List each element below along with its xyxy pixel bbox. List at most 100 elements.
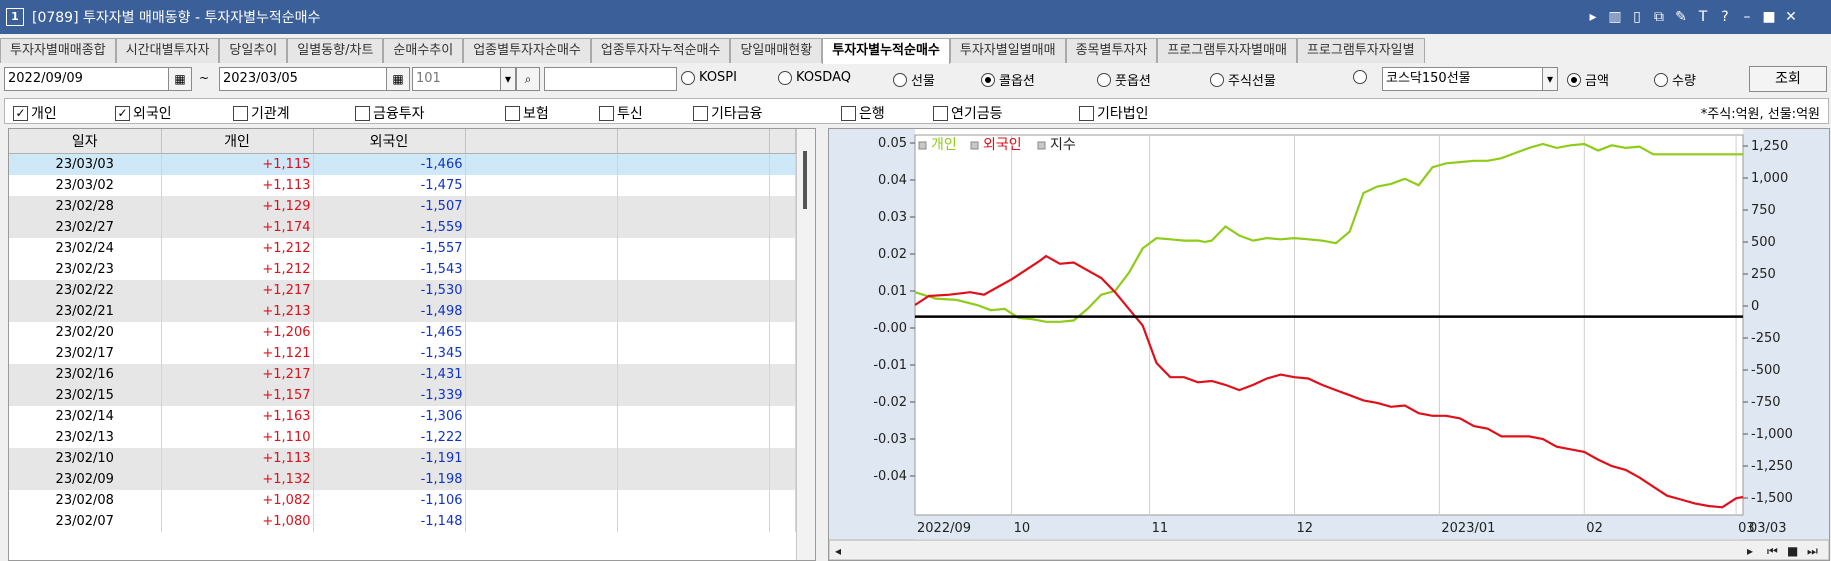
chart-nav-icon[interactable]: ◂	[835, 544, 841, 558]
search-input[interactable]	[544, 67, 677, 91]
table-row[interactable]: 23/02/24 +1,212 -1,557	[9, 238, 796, 259]
query-button[interactable]: 조회	[1749, 66, 1827, 92]
table-cell	[617, 406, 770, 427]
chart-nav-icon[interactable]: ⏭	[1807, 544, 1818, 558]
column-header[interactable]	[465, 129, 618, 154]
checkbox-icon	[693, 105, 708, 121]
chart-panel: 0.05 0.04 0.03 0.02 0.01 -0.00 -0.01 -0.02 -0.03…	[828, 128, 1830, 561]
table-row[interactable]: 23/02/20 +1,206 -1,465	[9, 322, 796, 343]
table-cell: -1,191	[313, 448, 466, 469]
table-row[interactable]: 23/02/08 +1,082 -1,106	[9, 490, 796, 511]
table-row[interactable]: 23/02/23 +1,212 -1,543	[9, 259, 796, 280]
investor-checkbox-1[interactable]: ✓ 개인	[13, 103, 57, 123]
tab-3[interactable]: 당일추이	[219, 38, 288, 63]
investor-checkbox-2[interactable]: ✓ 외국인	[115, 103, 172, 123]
investor-checkbox-9[interactable]: 연기금등	[933, 103, 1003, 123]
table-row[interactable]: 23/02/16 +1,217 -1,431	[9, 364, 796, 385]
table-row[interactable]: 23/02/09 +1,132 -1,198	[9, 469, 796, 490]
investor-checkbox-3[interactable]: 기관계	[233, 103, 290, 123]
table-cell: -1,148	[313, 511, 466, 532]
chart-nav-icon[interactable]: ⏮	[1767, 544, 1778, 558]
minimize-icon[interactable]: –	[1736, 9, 1758, 25]
chevron-down-icon[interactable]: ▾	[1542, 67, 1558, 91]
table-row[interactable]: 23/02/28 +1,129 -1,507	[9, 196, 796, 217]
column-header[interactable]	[617, 129, 770, 154]
layout-icon[interactable]: ▥	[1604, 9, 1626, 25]
investor-checkbox-8[interactable]: 은행	[841, 103, 885, 123]
market-radio-put-option[interactable]: 풋옵션	[1097, 70, 1151, 89]
column-header[interactable]: 일자	[9, 129, 162, 154]
market-radio-kosdaq[interactable]: KOSDAQ	[778, 70, 851, 85]
vertical-scrollbar[interactable]	[796, 129, 815, 560]
column-header[interactable]: 외국인	[313, 129, 466, 154]
market-radio-kospi[interactable]: KOSPI	[681, 70, 737, 85]
tab-4[interactable]: 일별동향/차트	[287, 38, 384, 63]
market-radio-call-option[interactable]: 콜옵션	[981, 70, 1035, 89]
table-row[interactable]: 23/02/22 +1,217 -1,530	[9, 280, 796, 301]
search-icon[interactable]: ⌕	[516, 67, 540, 91]
table-cell: 23/02/10	[9, 448, 162, 469]
table-row[interactable]: 23/02/21 +1,213 -1,498	[9, 301, 796, 322]
investor-checkbox-7[interactable]: 기타금융	[693, 103, 763, 123]
table-cell: -1,339	[313, 385, 466, 406]
table-row[interactable]: 23/02/15 +1,157 -1,339	[9, 385, 796, 406]
end-date-input[interactable]: 2023/03/05	[219, 67, 388, 91]
edit-icon[interactable]: ✎	[1670, 9, 1692, 25]
plot-area	[914, 134, 1744, 516]
help-icon[interactable]: ?	[1714, 9, 1736, 25]
table-cell	[769, 259, 796, 280]
table-row[interactable]: 23/02/27 +1,174 -1,559	[9, 217, 796, 238]
investor-checkbox-10[interactable]: 기타법인	[1079, 103, 1149, 123]
tab-7[interactable]: 업종투자자누적순매수	[590, 38, 731, 63]
unit-radio-amount[interactable]: 금액	[1567, 70, 1609, 89]
tab-10[interactable]: 투자자별일별매매	[949, 38, 1066, 63]
table-row[interactable]: 23/02/14 +1,163 -1,306	[9, 406, 796, 427]
table-cell: +1,113	[161, 175, 314, 196]
unit-radio-quantity[interactable]: 수량	[1654, 70, 1696, 89]
tab-13[interactable]: 프로그램투자자일별	[1296, 38, 1425, 63]
market-radio-futures[interactable]: 선물	[893, 70, 935, 89]
table-row[interactable]: 23/02/13 +1,110 -1,222	[9, 427, 796, 448]
expand-icon[interactable]: ▸	[1582, 9, 1604, 25]
investor-checkbox-5[interactable]: 보험	[505, 103, 549, 123]
market-radio-stock-futures[interactable]: 주식선물	[1210, 70, 1276, 89]
calendar-icon[interactable]: ▦	[386, 67, 410, 91]
table-row[interactable]: 23/03/03 +1,115 -1,466	[9, 153, 796, 175]
chart-nav-icon[interactable]: ▸	[1747, 544, 1753, 558]
table-cell	[769, 343, 796, 364]
scrollbar-thumb[interactable]	[803, 151, 807, 209]
table-row[interactable]: 23/02/17 +1,121 -1,345	[9, 343, 796, 364]
copy-window-icon[interactable]: ⧉	[1648, 9, 1670, 25]
investor-checkbox-6[interactable]: 투신	[599, 103, 643, 123]
tab-1[interactable]: 투자자별매매종합	[0, 38, 116, 63]
chart-nav-icon[interactable]: ■	[1787, 544, 1798, 558]
futures-select[interactable]: 코스닥150선물	[1382, 67, 1545, 91]
tab-9[interactable]: 투자자별누적순매수	[822, 38, 950, 64]
chevron-down-icon[interactable]: ▾	[500, 67, 516, 91]
font-icon[interactable]: T	[1692, 9, 1714, 25]
right-tick-label: -250	[1751, 331, 1781, 346]
table-cell	[465, 259, 618, 280]
investor-checkbox-4[interactable]: 금융투자	[355, 103, 425, 123]
tab-12[interactable]: 프로그램투자자별매매	[1157, 38, 1297, 63]
tab-8[interactable]: 당일매매현황	[730, 38, 823, 63]
calendar-icon[interactable]: ▦	[168, 67, 192, 91]
start-date-input[interactable]: 2022/09/09	[4, 67, 169, 91]
table-row[interactable]: 23/02/10 +1,113 -1,191	[9, 448, 796, 469]
code-input[interactable]: 101	[412, 67, 503, 91]
table-row[interactable]: 23/03/02 +1,113 -1,475	[9, 175, 796, 196]
tab-5[interactable]: 순매수추이	[383, 38, 464, 63]
table-cell: 23/02/07	[9, 511, 162, 532]
tab-6[interactable]: 업종별투자자순매수	[463, 38, 591, 63]
market-radio-other[interactable]	[1353, 70, 1371, 84]
table-cell	[769, 511, 796, 532]
left-tick-label: 0.04	[878, 173, 907, 188]
column-header[interactable]	[769, 129, 796, 154]
column-header[interactable]: 개인	[161, 129, 314, 154]
close-icon[interactable]: ✕	[1780, 9, 1802, 25]
table-row[interactable]: 23/02/07 +1,080 -1,148	[9, 511, 796, 532]
panel-icon[interactable]: ▯	[1626, 9, 1648, 25]
maximize-icon[interactable]: ■	[1758, 9, 1780, 25]
tab-2[interactable]: 시간대별투자자	[115, 38, 220, 63]
tab-11[interactable]: 종목별투자자	[1065, 38, 1158, 63]
